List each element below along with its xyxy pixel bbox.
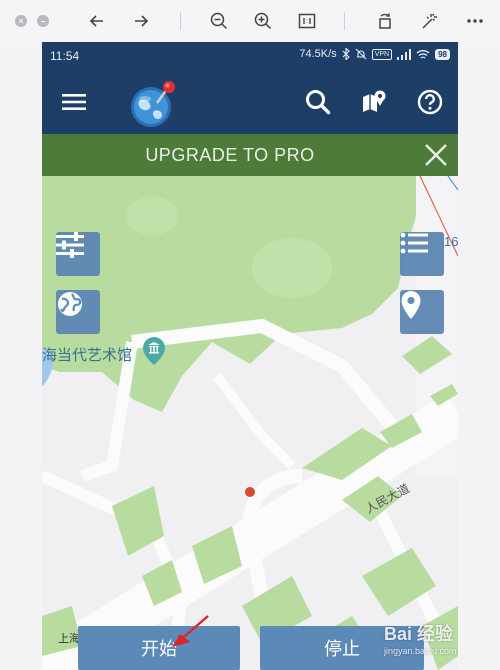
annotation-arrow-icon — [172, 615, 209, 647]
poi-label[interactable]: 海当代艺术馆 — [42, 344, 132, 365]
current-location-dot — [245, 487, 255, 497]
zoom-out-icon[interactable] — [206, 8, 232, 34]
bluetooth-icon — [342, 48, 350, 60]
globe-view-button[interactable] — [56, 290, 100, 334]
search-icon[interactable] — [298, 82, 338, 122]
network-speed: 74.5K/s — [299, 48, 337, 60]
list-icon — [400, 232, 428, 254]
globe-pin-logo-icon — [126, 76, 182, 132]
status-bar: 11:54 74.5K/s VPN 98 — [42, 42, 458, 70]
map-canvas — [42, 176, 458, 670]
signal-icon — [397, 48, 412, 60]
mute-icon — [355, 48, 367, 60]
status-right: 74.5K/s VPN 98 — [299, 48, 450, 60]
back-arrow-icon[interactable] — [84, 8, 110, 34]
minimize-window-icon[interactable]: – — [37, 15, 49, 27]
close-icon[interactable] — [422, 141, 450, 169]
sliders-icon — [56, 232, 84, 258]
vpn-badge: VPN — [371, 48, 393, 60]
wifi-icon — [416, 49, 430, 59]
magic-wand-icon[interactable] — [416, 8, 442, 34]
globe-icon — [58, 292, 82, 316]
upgrade-banner[interactable]: UPGRADE TO PRO — [42, 134, 458, 176]
actual-size-icon[interactable] — [294, 8, 320, 34]
app-bar — [42, 70, 458, 134]
watermark-brand: Bai 经验 — [384, 624, 454, 644]
list-button[interactable] — [400, 232, 444, 276]
map-layers-icon[interactable] — [354, 82, 394, 122]
rotate-icon[interactable] — [372, 8, 398, 34]
phone-screen: 11:54 74.5K/s VPN 98 UPGRADE TO PRO 16 海… — [42, 42, 458, 670]
battery-level: 98 — [435, 48, 450, 60]
watermark-url: jingyan.baidu.com — [384, 646, 457, 656]
more-options-icon[interactable] — [462, 8, 488, 34]
location-pin-icon — [401, 291, 421, 319]
upgrade-text[interactable]: UPGRADE TO PRO — [42, 145, 418, 166]
zoom-in-icon[interactable] — [250, 8, 276, 34]
filter-settings-button[interactable] — [56, 232, 100, 276]
watermark: Bai 经验 jingyan.baidu.com — [384, 620, 457, 656]
hamburger-menu-icon[interactable] — [54, 82, 94, 122]
toolbar-divider — [344, 12, 345, 30]
close-window-icon[interactable]: × — [15, 15, 27, 27]
status-time: 11:54 — [50, 49, 80, 63]
viewer-toolbar: × – — [0, 0, 500, 42]
location-pin-button[interactable] — [400, 290, 444, 334]
help-icon[interactable] — [410, 82, 450, 122]
toolbar-divider — [180, 12, 181, 30]
map-edge-number: 16 — [444, 234, 458, 249]
forward-arrow-icon[interactable] — [128, 8, 154, 34]
map-view[interactable]: 16 海当代艺术馆 人民大道 上海大剧院 — [42, 176, 458, 670]
